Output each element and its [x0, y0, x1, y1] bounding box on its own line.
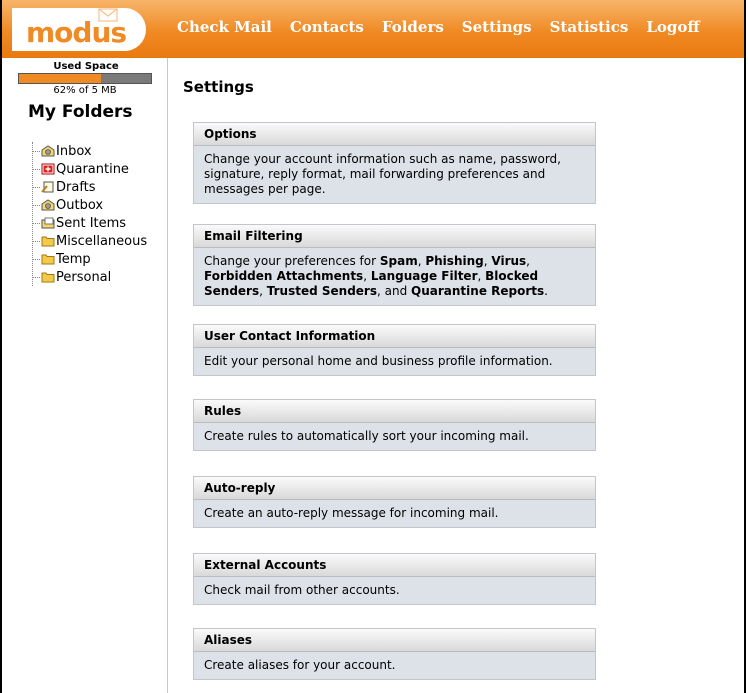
folder-label: Outbox: [56, 197, 104, 213]
folder-label: Quarantine: [56, 161, 129, 177]
folder-drafts[interactable]: Drafts: [33, 178, 147, 196]
highlighted-term: Trusted Senders: [266, 284, 377, 298]
description-text: Create rules to automatically sort your …: [204, 429, 529, 443]
folder-temp[interactable]: Temp: [33, 250, 147, 268]
section-description: Create an auto-reply message for incomin…: [194, 500, 595, 527]
settings-section-user-contact-information: User Contact Information Edit your person…: [193, 324, 596, 376]
section-title-link[interactable]: Rules: [194, 400, 595, 423]
highlighted-term: Virus: [491, 254, 527, 268]
nav-settings[interactable]: Settings: [462, 18, 532, 36]
usage-text: 62% of 5 MB: [53, 85, 117, 96]
folder-outbox[interactable]: Outbox: [33, 196, 147, 214]
description-text: Create an auto-reply message for incomin…: [204, 506, 499, 520]
section-description: Create rules to automatically sort your …: [194, 423, 595, 450]
main-nav: Check Mail Contacts Folders Settings Sta…: [177, 18, 718, 36]
section-description: Edit your personal home and business pro…: [194, 348, 595, 375]
nav-logoff[interactable]: Logoff: [646, 18, 699, 36]
highlighted-term: Spam: [379, 254, 418, 268]
folder-label: Inbox: [56, 143, 92, 159]
folder-label: Sent Items: [56, 215, 127, 231]
highlighted-term: Quarantine Reports: [411, 284, 545, 298]
folder-icon: [41, 254, 55, 265]
nav-check-mail[interactable]: Check Mail: [177, 18, 272, 36]
settings-section-email-filtering: Email Filtering Change your preferences f…: [193, 224, 596, 306]
description-text: Create aliases for your account.: [204, 658, 396, 672]
section-description: Check mail from other accounts.: [194, 577, 595, 604]
description-text: Change your account information such as …: [204, 152, 561, 196]
logo[interactable]: modus: [12, 8, 146, 51]
settings-section-external-accounts: External Accounts Check mail from other a…: [193, 553, 596, 605]
outbox-icon: [41, 199, 55, 211]
drafts-icon: [41, 181, 54, 193]
folders-title: My Folders: [28, 102, 133, 122]
description-text: Change your preferences for: [204, 254, 380, 268]
description-text: Edit your personal home and business pro…: [204, 354, 553, 368]
section-title-link[interactable]: Aliases: [194, 629, 595, 652]
section-description: Create aliases for your account.: [194, 652, 595, 679]
description-text: Check mail from other accounts.: [204, 583, 400, 597]
settings-section-aliases: Aliases Create aliases for your account.: [193, 628, 596, 680]
envelope-icon: [98, 8, 118, 22]
folder-personal[interactable]: Personal: [33, 268, 147, 286]
folder-label: Miscellaneous: [56, 233, 148, 249]
folder-tree: Inbox Quarantine Drafts Outbox Sent Item…: [32, 142, 147, 286]
used-space-label: Used Space: [53, 61, 119, 72]
settings-section-auto-reply: Auto-reply Create an auto-reply message f…: [193, 476, 596, 528]
nav-folders[interactable]: Folders: [382, 18, 444, 36]
folder-quarantine[interactable]: Quarantine: [33, 160, 147, 178]
folder-label: Temp: [56, 251, 91, 267]
app-frame: modus Check Mail Contacts Folders Settin…: [0, 0, 746, 693]
folder-sent-items[interactable]: Sent Items: [33, 214, 147, 232]
description-text: ,: [477, 269, 486, 283]
section-description: Change your preferences for Spam, Phishi…: [194, 248, 595, 305]
quarantine-icon: [41, 163, 55, 175]
usage-bar: [18, 73, 152, 84]
folder-miscellaneous[interactable]: Miscellaneous: [33, 232, 147, 250]
description-text: ,: [526, 254, 530, 268]
settings-section-options: Options Change your account information s…: [193, 122, 596, 204]
highlighted-term: Phishing: [425, 254, 484, 268]
description-text: .: [544, 284, 548, 298]
top-bar: modus Check Mail Contacts Folders Settin…: [2, 0, 744, 58]
settings-section-rules: Rules Create rules to automatically sort …: [193, 399, 596, 451]
folder-inbox[interactable]: Inbox: [33, 142, 147, 160]
nav-contacts[interactable]: Contacts: [290, 18, 364, 36]
description-text: ,: [363, 269, 371, 283]
section-title-link[interactable]: External Accounts: [194, 554, 595, 577]
folder-label: Personal: [56, 269, 112, 285]
folder-icon: [41, 236, 55, 247]
nav-statistics[interactable]: Statistics: [550, 18, 629, 36]
section-title-link[interactable]: User Contact Information: [194, 325, 595, 348]
sidebar: Used Space 62% of 5 MB My Folders Inbox …: [2, 58, 168, 693]
highlighted-term: Language Filter: [370, 269, 478, 283]
description-text: , and: [377, 284, 412, 298]
folder-label: Drafts: [56, 179, 96, 195]
page-title: Settings: [183, 78, 254, 96]
sent-items-icon: [41, 217, 55, 229]
section-title-link[interactable]: Email Filtering: [194, 225, 595, 248]
main-content: Settings Options Change your account info…: [168, 58, 746, 693]
section-description: Change your account information such as …: [194, 146, 595, 203]
usage-bar-fill: [19, 74, 101, 83]
description-text: ,: [259, 284, 267, 298]
highlighted-term: Forbidden Attachments: [204, 269, 364, 283]
folder-icon: [41, 272, 55, 283]
section-title-link[interactable]: Options: [194, 123, 595, 146]
section-title-link[interactable]: Auto-reply: [194, 477, 595, 500]
inbox-icon: [41, 145, 55, 157]
